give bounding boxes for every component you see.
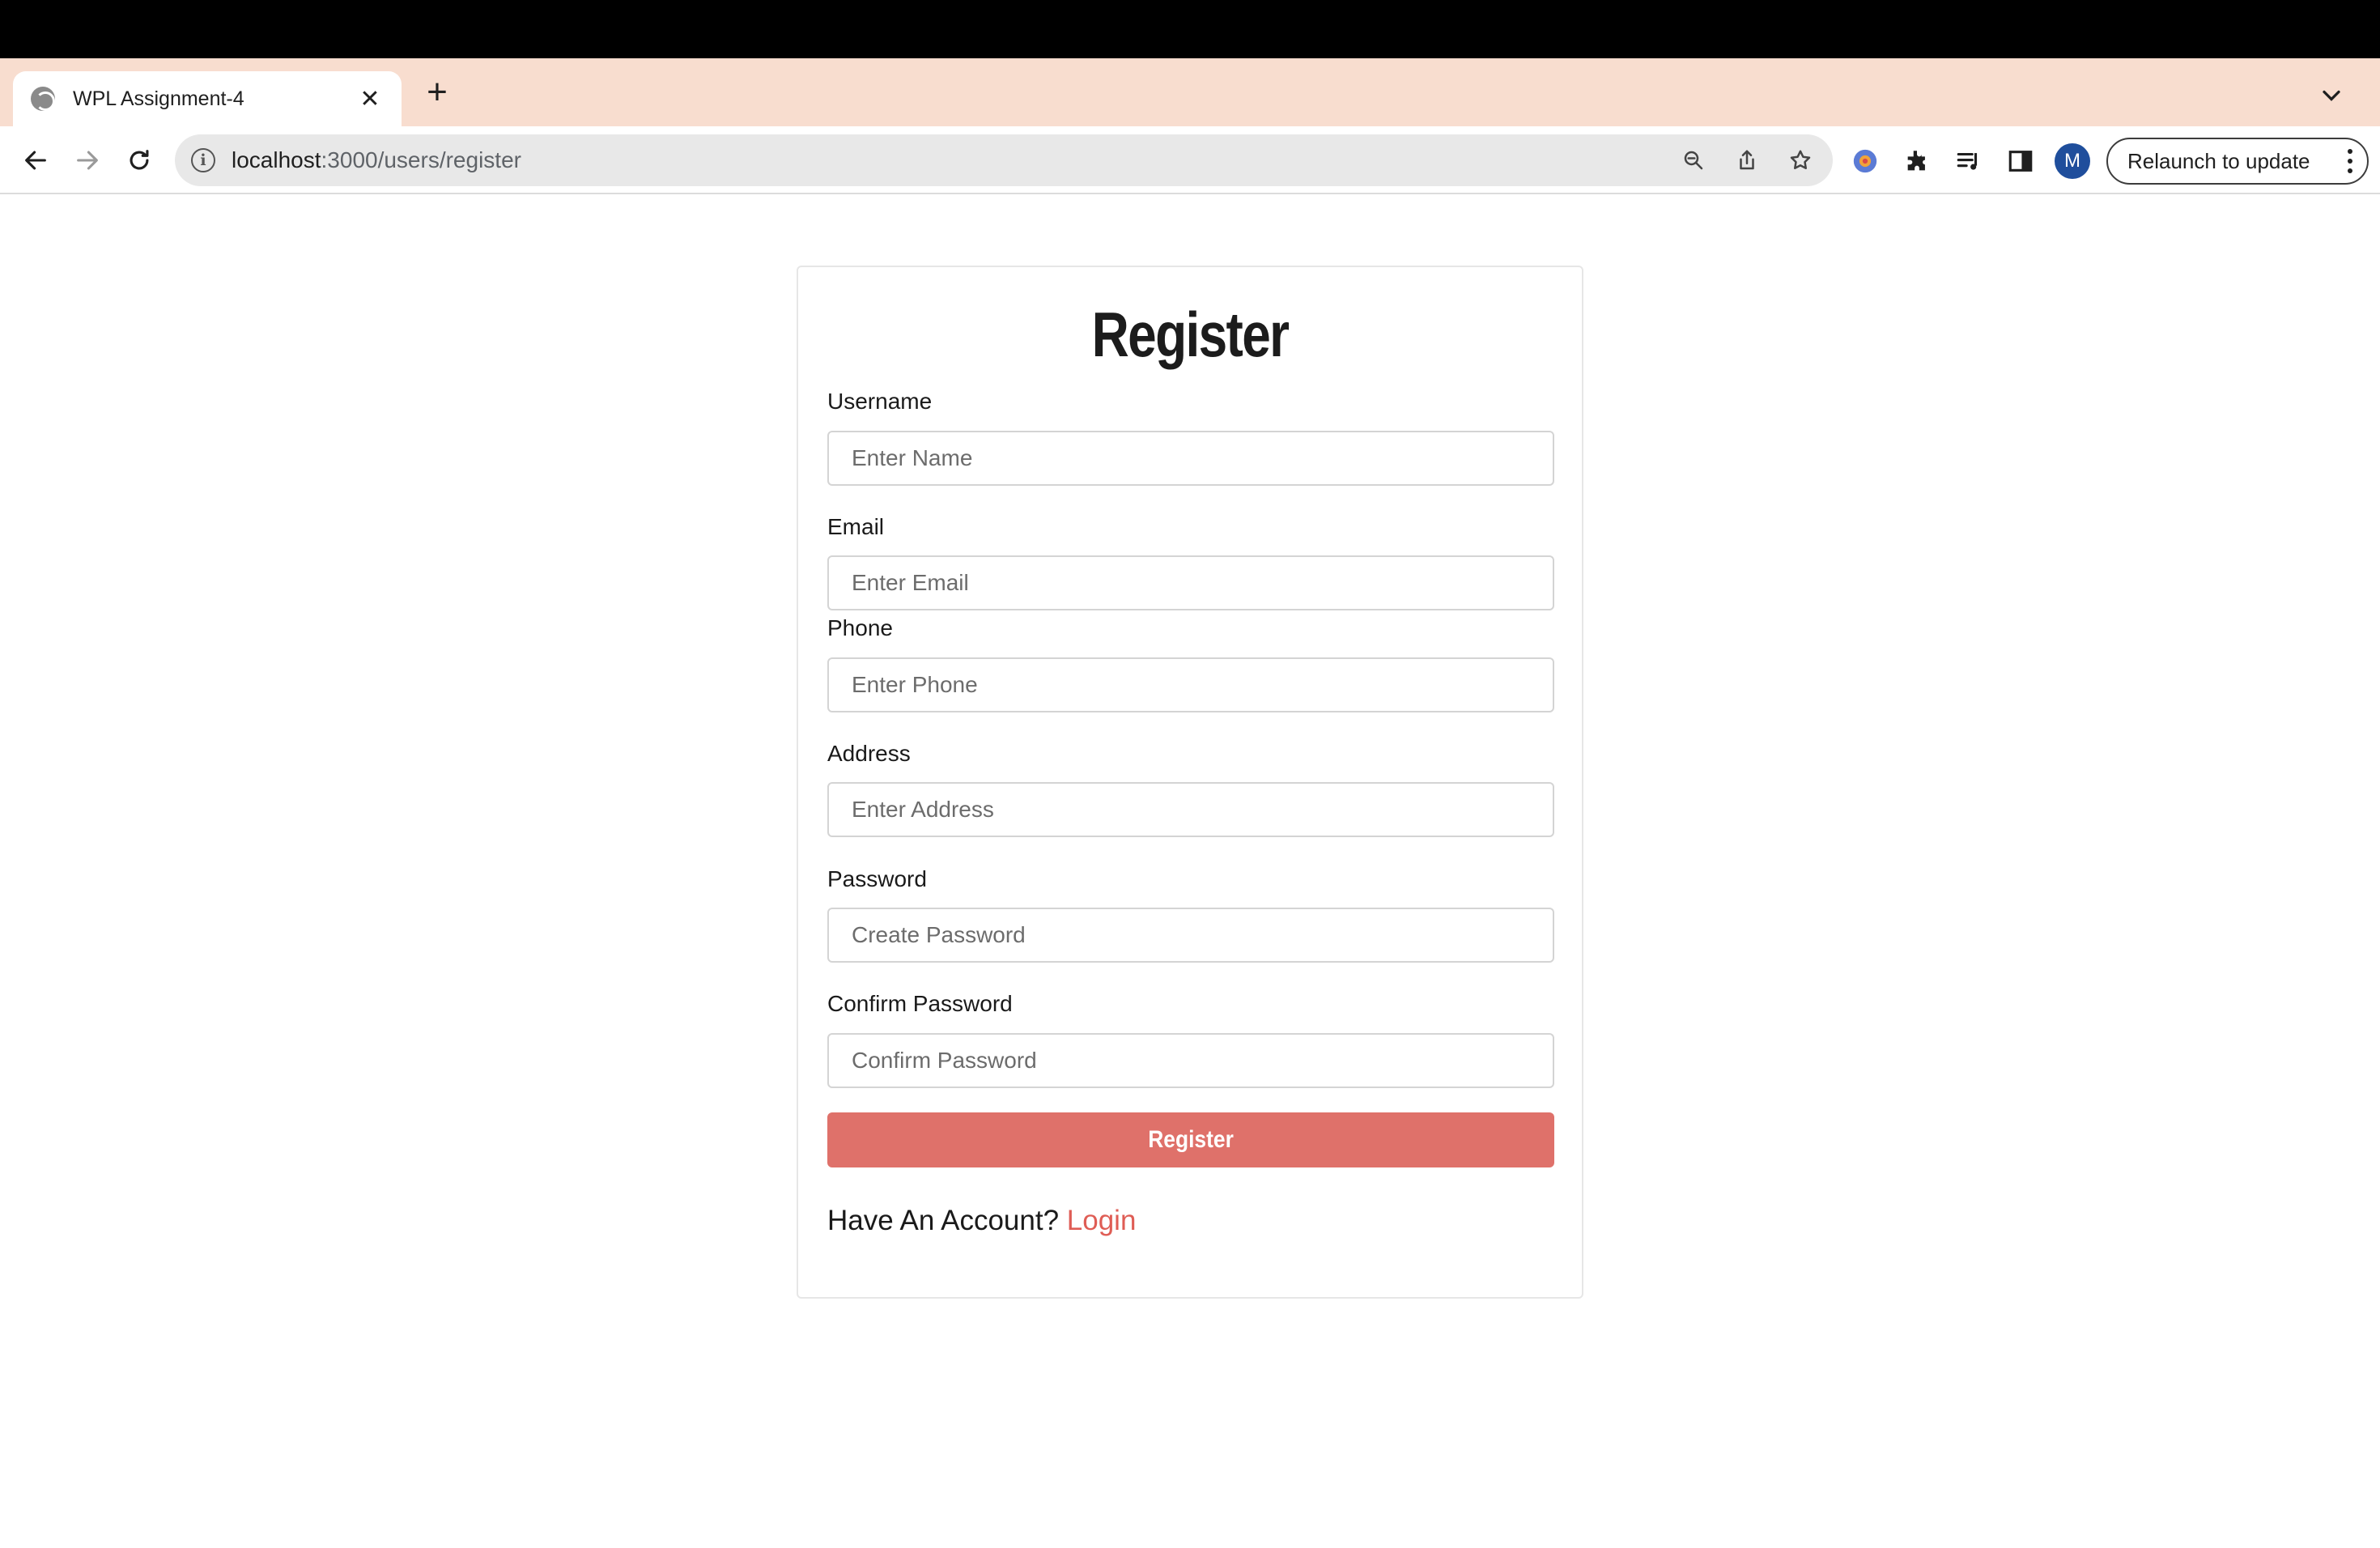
- extension-color-icon[interactable]: [1847, 138, 1883, 184]
- share-icon[interactable]: [1729, 142, 1765, 178]
- confirm-password-input[interactable]: [827, 1033, 1554, 1088]
- username-input[interactable]: [827, 431, 1554, 486]
- browser-toolbar: i localhost:3000/users/register M Relaun…: [0, 126, 2380, 194]
- close-tab-icon[interactable]: ✕: [356, 85, 384, 113]
- username-label: Username: [827, 389, 933, 414]
- media-queue-icon[interactable]: [1951, 138, 1987, 184]
- page-title: Register: [1091, 299, 1290, 370]
- forward-arrow-icon[interactable]: [68, 141, 107, 180]
- browser-tab-active[interactable]: WPL Assignment-4 ✕: [13, 71, 402, 126]
- zoom-icon[interactable]: [1676, 142, 1711, 178]
- side-panel-icon[interactable]: [2003, 138, 2038, 184]
- register-button-label: Register: [1148, 1126, 1234, 1153]
- address-label: Address: [827, 741, 911, 766]
- globe-icon: [31, 87, 55, 111]
- tab-title: WPL Assignment-4: [73, 87, 244, 110]
- email-label: Email: [827, 514, 885, 539]
- back-arrow-icon[interactable]: [16, 141, 55, 180]
- register-button[interactable]: Register: [827, 1112, 1554, 1167]
- bookmark-star-icon[interactable]: [1783, 142, 1818, 178]
- tab-search-chevron-icon[interactable]: [2317, 81, 2346, 110]
- password-label: Password: [827, 866, 927, 891]
- relaunch-button[interactable]: Relaunch to update: [2106, 138, 2369, 185]
- tab-strip: WPL Assignment-4 ✕: [0, 58, 2380, 126]
- email-input[interactable]: [827, 555, 1554, 610]
- phone-label: Phone: [827, 615, 893, 640]
- url-text: localhost:3000/users/register: [232, 147, 521, 172]
- password-input[interactable]: [827, 908, 1554, 963]
- address-bar[interactable]: i localhost:3000/users/register: [175, 134, 1833, 186]
- address-input[interactable]: [827, 782, 1554, 837]
- have-account-row: Have An Account? Login: [827, 1205, 1136, 1237]
- confirm-password-label: Confirm Password: [827, 991, 1013, 1016]
- relaunch-label: Relaunch to update: [2127, 148, 2310, 173]
- have-account-text: Have An Account?: [827, 1205, 1060, 1236]
- site-info-icon[interactable]: i: [191, 148, 215, 172]
- profile-avatar[interactable]: M: [2055, 143, 2090, 179]
- login-link[interactable]: Login: [1067, 1205, 1137, 1236]
- register-card: Register Username Email Phone Address Pa…: [797, 266, 1583, 1299]
- extensions-puzzle-icon[interactable]: [1899, 138, 1935, 184]
- phone-input[interactable]: [827, 657, 1554, 712]
- more-menu-icon[interactable]: [2346, 149, 2354, 173]
- reload-icon[interactable]: [120, 141, 159, 180]
- new-tab-button[interactable]: +: [421, 74, 453, 110]
- os-menu-bar: [0, 0, 2380, 58]
